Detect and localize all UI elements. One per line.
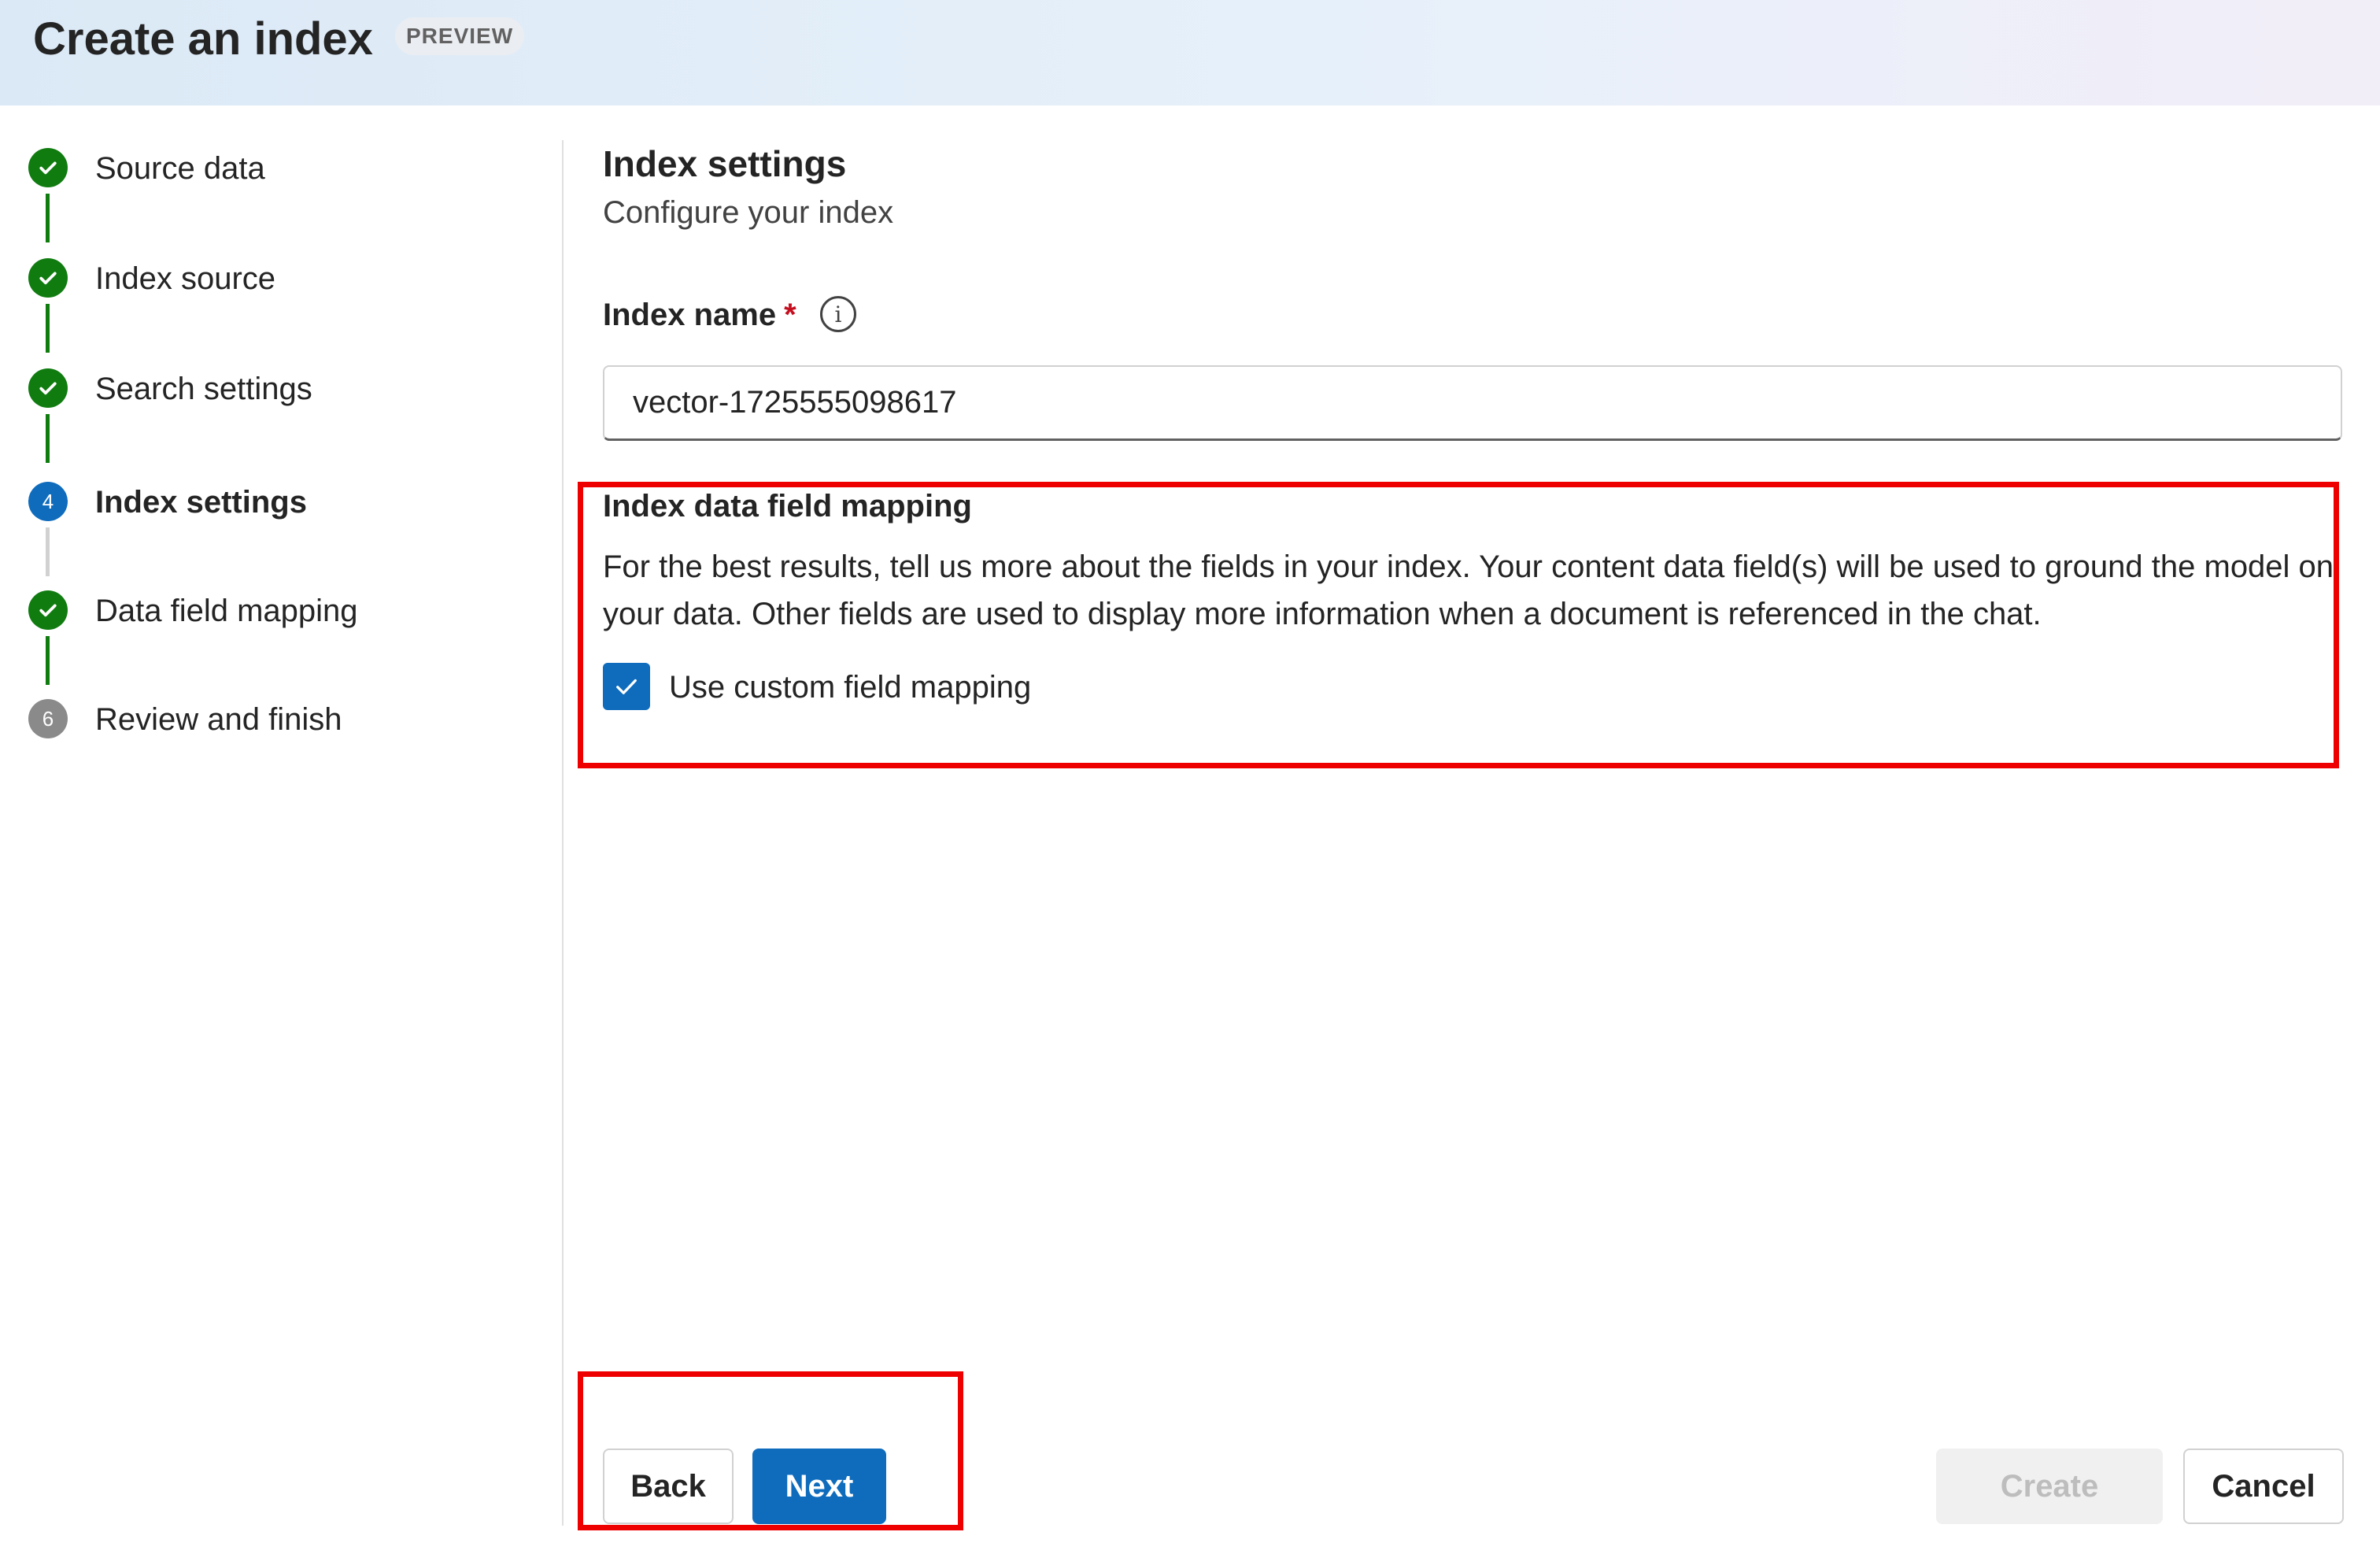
section-subtitle: Configure your index <box>603 195 894 230</box>
step-number-badge: 4 <box>28 482 68 521</box>
step-connector <box>46 636 50 685</box>
mapping-title: Index data field mapping <box>603 489 972 524</box>
step-number-badge: 6 <box>28 699 68 738</box>
check-circle-icon <box>28 590 68 630</box>
info-icon[interactable]: i <box>820 296 856 332</box>
step-connector <box>46 527 50 576</box>
cancel-button[interactable]: Cancel <box>2183 1449 2344 1524</box>
step-connector <box>46 304 50 353</box>
section-title: Index settings <box>603 143 847 184</box>
index-name-label-text: Index name <box>603 298 777 332</box>
preview-badge: PREVIEW <box>395 17 525 55</box>
index-name-label: Index name * <box>603 291 796 339</box>
step-label: Index settings <box>95 485 307 520</box>
step-label: Search settings <box>95 372 312 406</box>
wizard-stepper: Source data Index source Search settings… <box>0 105 564 1554</box>
create-button[interactable]: Create <box>1936 1449 2163 1524</box>
step-label: Data field mapping <box>95 594 358 628</box>
step-label: Review and finish <box>95 702 342 737</box>
page-header: Create an index PREVIEW <box>0 0 2380 105</box>
page-title: Create an index <box>33 13 373 65</box>
required-marker: * <box>784 298 796 332</box>
step-label: Source data <box>95 151 265 186</box>
step-connector <box>46 414 50 463</box>
next-button[interactable]: Next <box>752 1449 886 1524</box>
mapping-description: For the best results, tell us more about… <box>603 549 2334 631</box>
panel-divider <box>562 140 564 1526</box>
back-button[interactable]: Back <box>603 1449 734 1524</box>
check-circle-icon <box>28 258 68 298</box>
checkmark-icon <box>616 679 637 694</box>
checkbox-label[interactable]: Use custom field mapping <box>669 663 1031 712</box>
check-circle-icon <box>28 368 68 408</box>
index-name-input[interactable] <box>603 365 2342 441</box>
step-label: Index source <box>95 261 276 296</box>
custom-field-mapping-checkbox[interactable] <box>603 663 650 710</box>
step-connector <box>46 194 50 242</box>
check-circle-icon <box>28 148 68 187</box>
